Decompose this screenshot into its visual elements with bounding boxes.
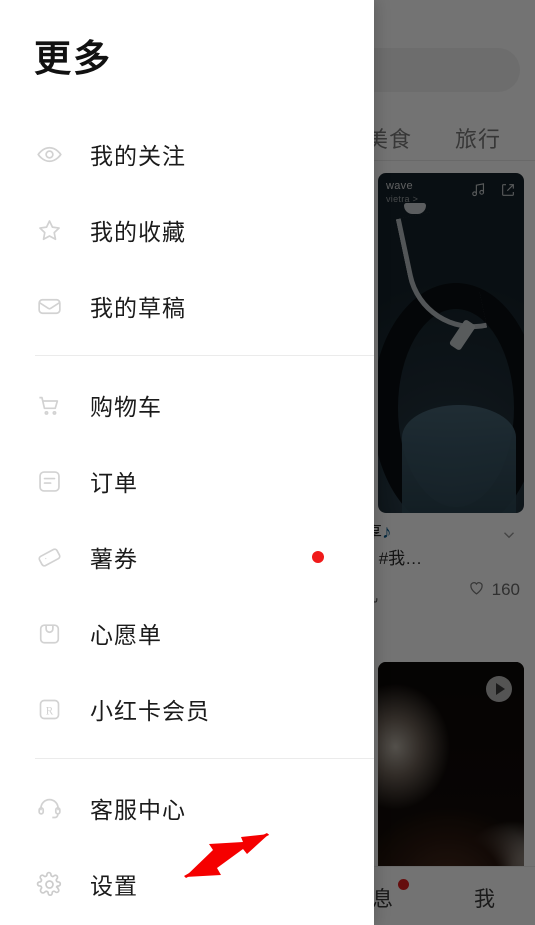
menu-item-orders[interactable]: 订单 [0,443,374,519]
star-icon [34,215,64,245]
menu-item-label: 订单 [90,470,138,496]
headset-support-icon [34,793,64,823]
menu-item-label: 我的草稿 [90,295,186,321]
svg-text:R: R [45,705,53,717]
coupon-tag-icon [34,542,64,572]
menu-item-label: 购物车 [90,394,162,420]
eye-icon [34,139,64,169]
menu-item-my-follows[interactable]: 我的关注 [0,116,374,192]
more-drawer-panel: 更多 我的关注 我的收藏 我的草稿 购物车 订单 薯券 心愿单 R 小红卡会员 … [0,0,374,925]
drawer-menu-list: 我的关注 我的收藏 我的草稿 购物车 订单 薯券 心愿单 R 小红卡会员 客服中… [0,116,374,922]
menu-item-wishlist[interactable]: 心愿单 [0,595,374,671]
menu-item-label: 薯券 [90,546,138,572]
menu-item-label: 我的收藏 [90,219,186,245]
page-title: 更多 [34,38,112,79]
menu-item-coupons[interactable]: 薯券 [0,519,374,595]
menu-item-label: 我的关注 [90,143,186,169]
menu-item-settings[interactable]: 设置 [0,846,374,922]
menu-item-membership[interactable]: R 小红卡会员 [0,671,374,747]
app-screen: 美食 旅行 wave vietra > [0,0,535,925]
menu-item-shopping-cart[interactable]: 购物车 [0,367,374,443]
menu-divider [35,758,374,759]
shopping-cart-icon [34,390,64,420]
membership-card-icon: R [34,694,64,724]
menu-item-label: 小红卡会员 [90,698,210,724]
wishlist-bag-icon [34,618,64,648]
menu-item-badge-dot [312,551,324,563]
menu-divider [35,355,374,356]
menu-item-label: 设置 [90,873,138,899]
order-receipt-icon [34,466,64,496]
gear-icon [34,869,64,899]
inbox-icon [34,291,64,321]
menu-item-customer-service[interactable]: 客服中心 [0,770,374,846]
menu-item-my-collection[interactable]: 我的收藏 [0,192,374,268]
menu-item-label: 心愿单 [90,622,162,648]
menu-item-label: 客服中心 [90,797,186,823]
menu-item-my-drafts[interactable]: 我的草稿 [0,268,374,344]
